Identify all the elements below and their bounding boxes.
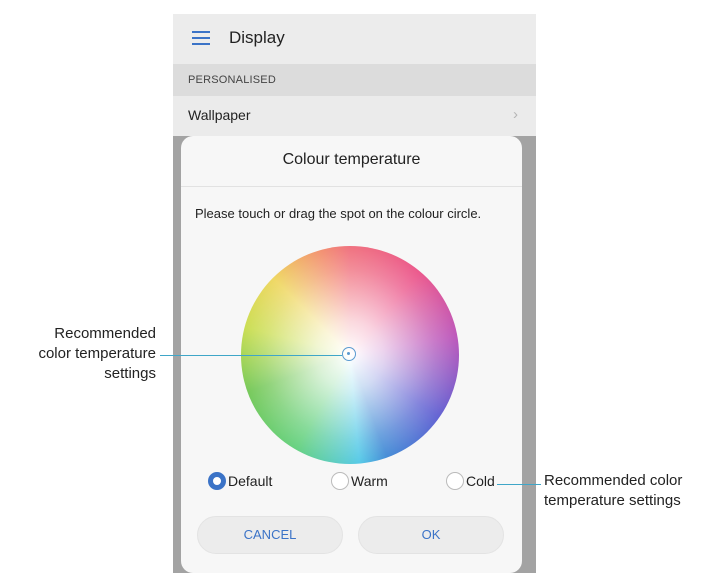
dialog-title: Colour temperature xyxy=(282,151,421,168)
figure: Display PERSONALISED Wallpaper › Colour … xyxy=(0,0,718,573)
leader-line-right xyxy=(497,484,541,485)
section-header-label: PERSONALISED xyxy=(188,74,276,86)
radio-warm[interactable] xyxy=(331,472,349,490)
option-cold[interactable]: Cold xyxy=(446,469,495,493)
hamburger-menu-icon[interactable] xyxy=(192,31,210,45)
colour-spot-handle[interactable] xyxy=(342,347,356,361)
section-header: PERSONALISED xyxy=(173,64,536,96)
option-default[interactable]: Default xyxy=(208,469,272,493)
option-label: Cold xyxy=(466,473,495,489)
callout-line: color temperature xyxy=(38,345,156,362)
radio-cold[interactable] xyxy=(446,472,464,490)
leader-line-left xyxy=(160,355,342,356)
phone-screen: Display PERSONALISED Wallpaper › Colour … xyxy=(173,14,536,573)
divider xyxy=(181,186,522,187)
page-title: Display xyxy=(229,28,285,47)
temperature-options: Default Warm Cold xyxy=(181,466,522,496)
option-label: Warm xyxy=(351,473,388,489)
dialog-instruction: Please touch or drag the spot on the col… xyxy=(195,206,482,221)
option-label: Default xyxy=(228,473,273,489)
spot-center-dot xyxy=(347,352,350,355)
option-warm[interactable]: Warm xyxy=(331,469,388,493)
callout-left: Recommended color temperature settings xyxy=(0,324,156,384)
callout-right: Recommended color temperature settings xyxy=(544,471,718,511)
settings-item-label: Wallpaper xyxy=(188,107,251,123)
radio-default[interactable] xyxy=(208,472,226,490)
settings-item-wallpaper[interactable]: Wallpaper › xyxy=(173,96,536,136)
callout-line: temperature settings xyxy=(544,492,681,509)
app-bar: Display xyxy=(173,14,536,64)
callout-line: settings xyxy=(104,365,156,382)
chevron-right-icon: › xyxy=(513,106,518,123)
callout-line: Recommended xyxy=(54,325,156,342)
callout-line: Recommended color xyxy=(544,472,683,489)
cancel-button[interactable]: CANCEL xyxy=(197,516,343,554)
ok-button[interactable]: OK xyxy=(358,516,504,554)
